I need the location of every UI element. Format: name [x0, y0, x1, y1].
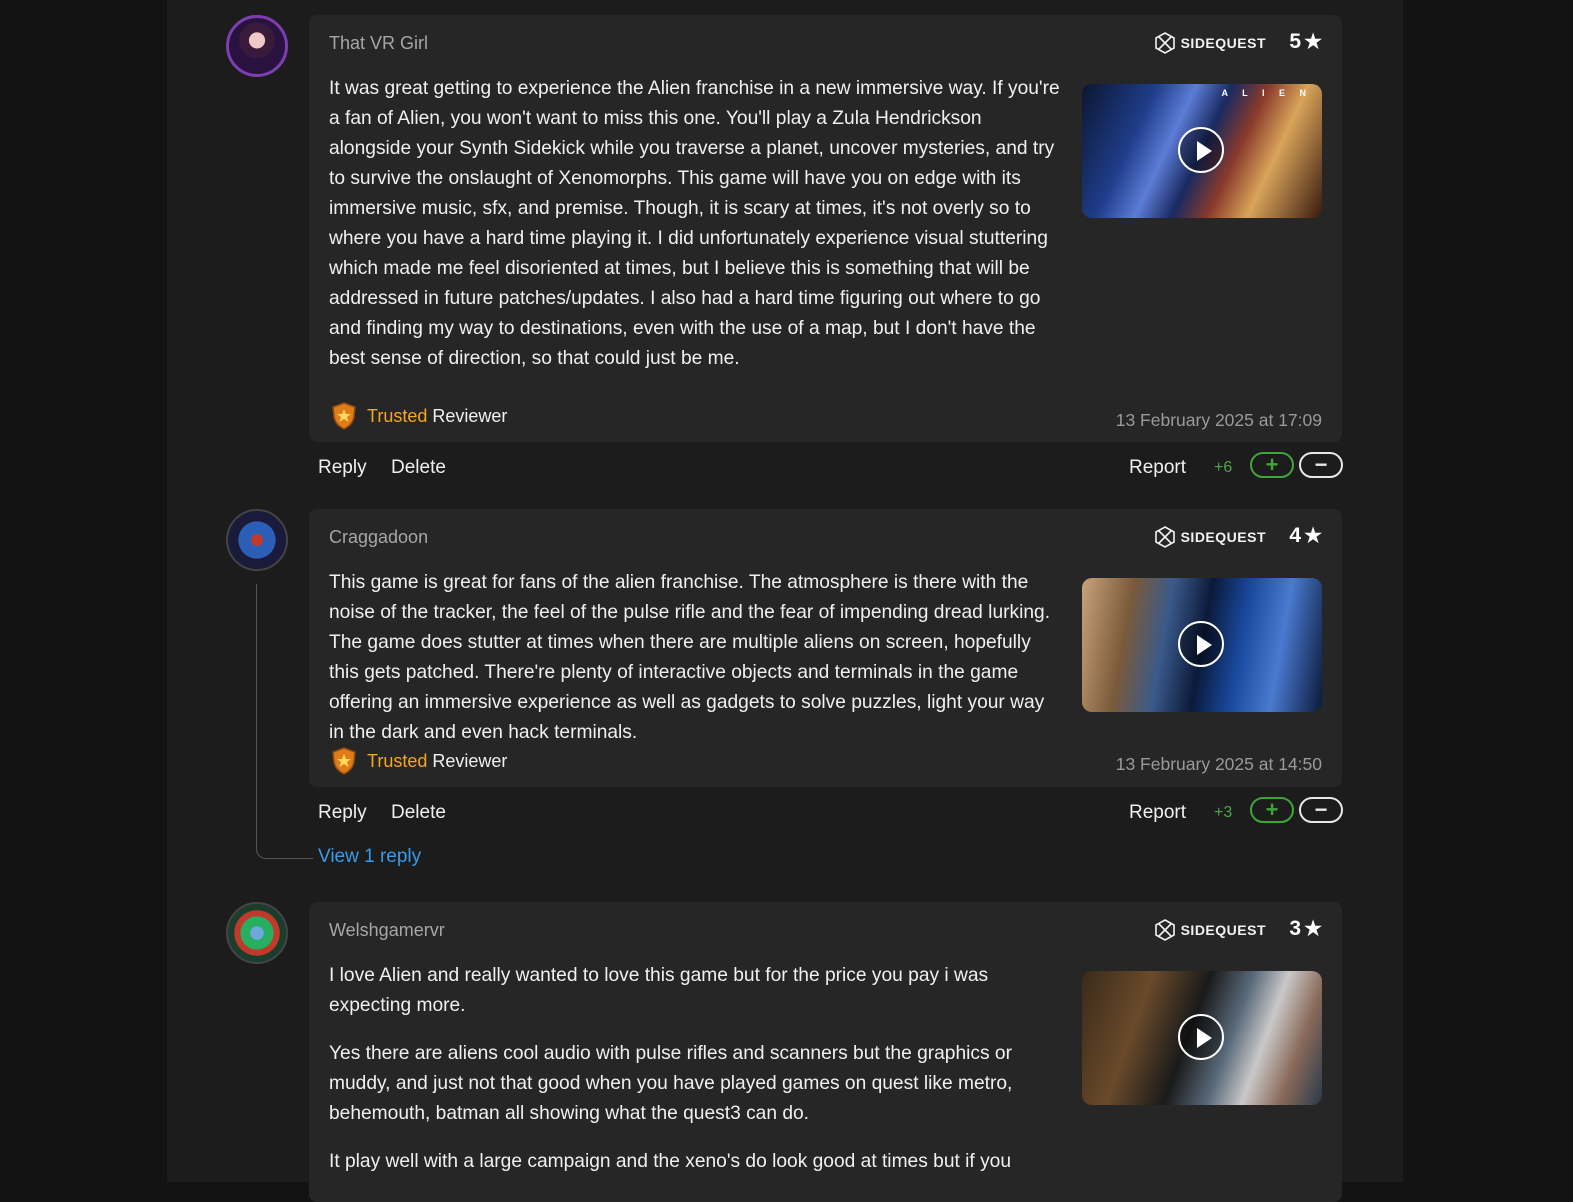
brand-name: SIDEQUEST [1180, 529, 1266, 545]
play-icon[interactable] [1178, 621, 1224, 667]
vote-score: +6 [1214, 459, 1233, 476]
reviewer-label: Reviewer [432, 750, 508, 771]
review-card: That VR Girl SIDEQUEST 5 ★ It was great … [309, 15, 1342, 442]
thumbnail-title: A L I E N [1221, 88, 1312, 98]
rating: 3 ★ [1289, 916, 1322, 941]
trusted-label: Trusted [367, 750, 428, 771]
reply-button[interactable]: Reply [318, 802, 367, 824]
reply-thread-line [256, 584, 313, 859]
video-thumbnail[interactable] [1082, 578, 1322, 712]
trusted-reviewer-badge: Trusted Reviewer [329, 401, 507, 431]
review-username[interactable]: Welshgamervr [329, 920, 445, 941]
avatar[interactable] [226, 15, 288, 77]
review-username[interactable]: That VR Girl [329, 33, 428, 54]
brand-name: SIDEQUEST [1180, 35, 1266, 51]
vote-score: +3 [1214, 804, 1233, 821]
review-card: Welshgamervr SIDEQUEST 3 ★ I love Alien … [309, 902, 1342, 1202]
brand-name: SIDEQUEST [1180, 922, 1266, 938]
sidequest-brand: SIDEQUEST [1153, 525, 1266, 549]
review-card: Craggadoon SIDEQUEST 4 ★ This game is gr… [309, 509, 1342, 787]
upvote-button[interactable]: + [1250, 797, 1294, 823]
review-paragraph: It play well with a large campaign and t… [329, 1151, 1012, 1172]
star-icon: ★ [1304, 525, 1322, 547]
rating-value: 3 [1289, 916, 1302, 940]
delete-button[interactable]: Delete [391, 802, 446, 824]
review-body: I love Alien and really wanted to love t… [329, 961, 1061, 1195]
star-icon: ★ [1304, 31, 1322, 53]
play-icon[interactable] [1178, 1014, 1224, 1060]
upvote-button[interactable]: + [1250, 452, 1294, 478]
delete-button[interactable]: Delete [391, 457, 446, 479]
report-button[interactable]: Report [1129, 457, 1186, 479]
star-icon: ★ [1304, 918, 1322, 940]
reviewer-label: Reviewer [432, 405, 508, 426]
review-body: It was great getting to experience the A… [329, 74, 1061, 392]
review-username[interactable]: Craggadoon [329, 527, 428, 548]
review-paragraph: It was great getting to experience the A… [329, 78, 1060, 369]
play-icon[interactable] [1178, 127, 1224, 173]
review-paragraph: Yes there are aliens cool audio with pul… [329, 1043, 1013, 1124]
trusted-shield-icon [332, 402, 356, 430]
report-button[interactable]: Report [1129, 802, 1186, 824]
trusted-reviewer-badge: Trusted Reviewer [329, 746, 507, 776]
sidequest-logo-icon [1154, 919, 1175, 941]
review-body: This game is great for fans of the alien… [329, 568, 1061, 766]
avatar[interactable] [226, 509, 288, 571]
video-thumbnail[interactable] [1082, 971, 1322, 1105]
sidequest-logo-icon [1154, 32, 1175, 54]
sidequest-brand: SIDEQUEST [1153, 918, 1266, 942]
review-actions: Reply Delete Report +3 + − [309, 797, 1343, 834]
review-paragraph: This game is great for fans of the alien… [329, 572, 1051, 743]
downvote-button[interactable]: − [1299, 452, 1343, 478]
review-paragraph: I love Alien and really wanted to love t… [329, 965, 989, 1016]
review-actions: Reply Delete Report +6 + − [309, 452, 1343, 489]
rating-value: 5 [1289, 29, 1302, 53]
avatar[interactable] [226, 902, 288, 964]
downvote-button[interactable]: − [1299, 797, 1343, 823]
reviews-column: That VR Girl SIDEQUEST 5 ★ It was great … [167, 0, 1403, 1202]
sidequest-logo-icon [1154, 526, 1175, 548]
rating-value: 4 [1289, 523, 1302, 547]
review-date: 13 February 2025 at 14:50 [1115, 754, 1322, 774]
rating: 4 ★ [1289, 523, 1322, 548]
sidequest-brand: SIDEQUEST [1153, 31, 1266, 55]
video-thumbnail[interactable]: A L I E N [1082, 84, 1322, 218]
rating: 5 ★ [1289, 29, 1322, 54]
trusted-label: Trusted [367, 405, 428, 426]
trusted-shield-icon [332, 747, 356, 775]
view-replies-link[interactable]: View 1 reply [318, 846, 421, 868]
reply-button[interactable]: Reply [318, 457, 367, 479]
review-date: 13 February 2025 at 17:09 [1115, 410, 1322, 430]
